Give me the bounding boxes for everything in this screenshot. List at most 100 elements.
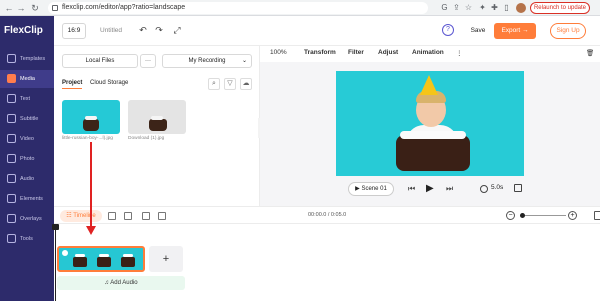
expand-icon[interactable] [514,184,522,192]
clip-frame [97,254,111,267]
filter-icon[interactable]: ▽ [224,78,236,90]
zoom-select[interactable]: 100% [270,49,287,56]
arrow-right-icon: → [522,27,529,34]
zoom-slider-handle[interactable] [520,213,525,218]
scene-selector[interactable]: ▶ Scene 01 [348,182,394,196]
signup-button[interactable]: Sign Up [550,23,586,39]
zoom-out-icon[interactable]: − [506,211,515,220]
sidebar-item-label: Templates [20,56,46,62]
fit-timeline-icon[interactable] [594,211,600,220]
export-button[interactable]: Export → [494,23,536,39]
undo-icon[interactable]: ↶ [138,25,148,35]
adjust-button[interactable]: Adjust [378,49,398,56]
timeline-toolbar: ☷ Timeline 00:00.0 / 0:05.0 − + [54,206,600,224]
clock-icon[interactable] [480,185,488,193]
search-icon[interactable]: ⌕ [208,78,220,90]
local-files-button[interactable]: Local Files [62,54,138,68]
sidebar-item-media[interactable]: Media [0,70,54,88]
browser-toolbar: ← → ↻ flexclip.com/editor/app?ratio=land… [0,0,600,16]
address-bar[interactable]: flexclip.com/editor/app?ratio=landscape [48,2,428,14]
sidebar-item-templates[interactable]: Templates [0,50,54,68]
share-icon[interactable]: ⇪ [452,3,461,12]
sidebar-item-audio[interactable]: Audio [0,170,54,188]
sidebar-item-label: Audio [20,176,35,182]
zoom-slider[interactable] [520,215,566,216]
elements-icon [7,194,16,203]
timeline-button[interactable]: ☷ Timeline [60,210,102,222]
add-scene-button[interactable]: + [149,246,183,272]
video-icon [7,134,16,143]
scene-label: Scene [361,186,379,192]
extension-icon[interactable]: ✦ [478,3,487,12]
scene-duration[interactable]: 5.0s [491,184,503,191]
export-label: Export [501,27,521,34]
cake-image [149,116,167,131]
delete-icon[interactable]: 🗑 [586,49,594,57]
photo-icon [7,154,16,163]
zoom-in-icon[interactable]: + [568,211,577,220]
more-options-button[interactable]: ··· [140,54,156,68]
sidebar-item-video[interactable]: Video [0,130,54,148]
tab-project[interactable]: Project [62,80,83,89]
trash-icon[interactable] [158,212,166,220]
insert-icon[interactable] [108,212,116,220]
bookmark-icon[interactable]: ☆ [464,3,473,12]
clip-frame [121,254,135,267]
flexclip-logo: FlexClip [4,25,43,36]
sidebar-item-label: Media [20,76,35,82]
help-icon[interactable]: ? [442,24,454,36]
sidebar-item-overlays[interactable]: Overlays [0,210,54,228]
relaunch-button[interactable]: Relaunch to update [530,2,590,14]
add-audio-label: Add Audio [110,280,138,286]
fullscreen-icon[interactable]: ⤢ [172,25,182,35]
cloud-off-icon[interactable]: ☁ [240,78,252,90]
overlays-icon [7,214,16,223]
back-icon[interactable]: ← [4,3,14,13]
audio-icon [7,174,16,183]
media-filename: little-russian-boy-...l).jpg [62,136,113,141]
transform-button[interactable]: Transform [304,49,336,56]
google-icon[interactable]: G [440,3,449,12]
animation-button[interactable]: Animation [412,49,444,56]
sidepanel-icon[interactable]: ▯ [502,3,511,12]
puzzle-icon[interactable]: ✚ [490,3,499,12]
playhead-handle[interactable] [52,224,59,230]
media-thumbnail-boy[interactable] [62,100,120,134]
filter-button[interactable]: Filter [348,49,364,56]
playhead[interactable] [55,224,56,301]
lock-icon [52,5,58,11]
sidebar-item-tools[interactable]: Tools [0,230,54,248]
more-icon[interactable]: ⋮ [456,49,463,57]
save-button[interactable]: Save [464,23,492,39]
video-clip[interactable] [57,246,145,272]
forward-icon[interactable]: → [16,3,26,13]
sidebar-item-label: Overlays [20,216,42,222]
annotation-arrow-line [90,142,92,228]
project-title[interactable]: Untitled [100,27,122,34]
url-text: flexclip.com/editor/app?ratio=landscape [62,4,186,11]
add-audio-button[interactable]: ♫ Add Audio [57,276,185,290]
profile-avatar[interactable] [516,3,526,13]
scene-preview[interactable] [336,71,524,176]
tab-cloud-storage[interactable]: Cloud Storage [90,80,128,86]
play-small-icon: ▶ [355,186,360,192]
sidebar: FlexClip Templates Media Text Subtitle V… [0,16,54,301]
aspect-ratio-button[interactable]: 16:9 [62,23,86,39]
my-recording-button[interactable]: My Recording ⌄ [162,54,252,68]
sidebar-item-text[interactable]: Text [0,90,54,108]
sidebar-item-subtitle[interactable]: Subtitle [0,110,54,128]
redo-icon[interactable]: ↷ [154,25,164,35]
previous-icon[interactable]: ⏮ [408,185,415,193]
sidebar-item-photo[interactable]: Photo [0,150,54,168]
media-filename: Download (1).jpg [128,136,165,141]
next-icon[interactable]: ⏭ [446,185,453,193]
play-icon[interactable]: ▶ [426,184,434,194]
sidebar-item-elements[interactable]: Elements [0,190,54,208]
split-icon[interactable] [124,212,132,220]
media-icon [7,74,16,83]
duplicate-icon[interactable] [142,212,150,220]
sidebar-item-label: Subtitle [20,116,39,122]
media-thumbnail-cake[interactable] [128,100,186,134]
reload-icon[interactable]: ↻ [30,3,40,13]
birthday-cake [396,131,470,171]
